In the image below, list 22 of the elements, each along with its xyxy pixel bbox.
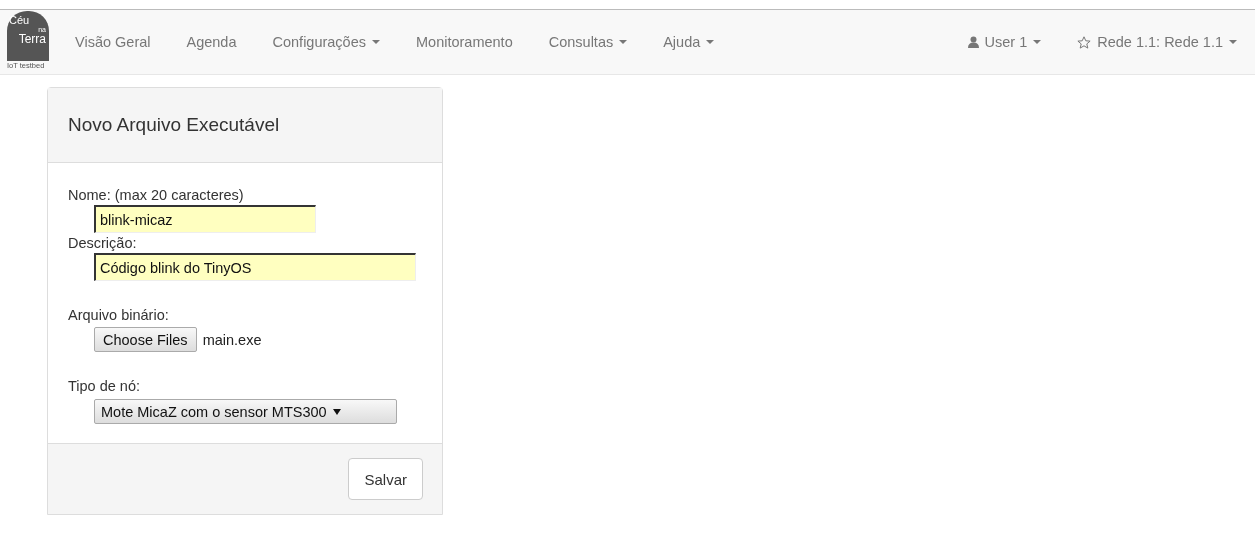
star-icon: [1077, 35, 1092, 49]
nav-link[interactable]: Ajuda: [645, 34, 733, 50]
text-field[interactable]: blink-micaz: [94, 205, 316, 233]
nav-link[interactable]: Agenda: [168, 34, 255, 50]
nav-link[interactable]: Monitoramento: [398, 34, 531, 50]
field-label: Arquivo binário:: [68, 307, 169, 323]
user-icon: [967, 36, 979, 48]
caret-icon: [332, 408, 341, 415]
nav-menu[interactable]: User 1: [949, 34, 1060, 50]
nav-link[interactable]: Configurações: [254, 34, 398, 50]
panel-title: Novo Arquivo Executável: [48, 88, 442, 163]
field-label: Tipo de nó:: [68, 378, 140, 394]
nav-link[interactable]: Consultas: [530, 34, 646, 50]
nav-menu[interactable]: Rede 1.1: Rede 1.1: [1059, 34, 1255, 50]
field-label: Nome: (max 20 caracteres): [68, 187, 244, 203]
field-label: Descrição:: [68, 235, 137, 251]
nav-link[interactable]: Visão Geral: [57, 34, 169, 50]
select-field[interactable]: Mote MicaZ com o sensor MTS300: [94, 399, 397, 424]
save-button[interactable]: Salvar: [348, 458, 423, 500]
file-name: main.exe: [202, 331, 262, 348]
choose-files-button[interactable]: Choose Files: [94, 327, 197, 352]
text-field[interactable]: Código blink do TinyOS: [94, 253, 416, 281]
